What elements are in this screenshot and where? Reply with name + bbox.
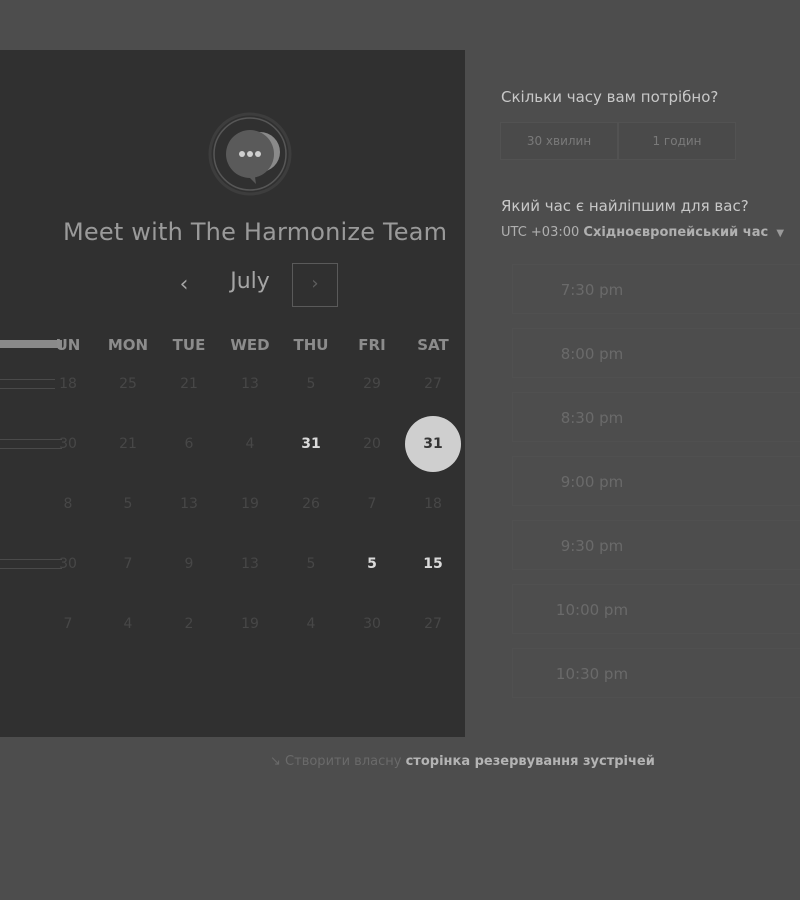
- arrow-icon: ↘: [270, 754, 281, 769]
- chat-logo-icon: [208, 112, 292, 196]
- time-slot-label: 7:30 pm: [560, 281, 624, 299]
- time-slot[interactable]: 8:00 pm: [512, 328, 800, 378]
- weekday-label: TUE: [172, 336, 206, 354]
- calendar-day[interactable]: 13: [222, 536, 278, 592]
- calendar-day[interactable]: 5: [283, 536, 339, 592]
- calendar-day[interactable]: 4: [222, 416, 278, 472]
- chevron-down-icon: ▼: [776, 228, 785, 239]
- time-slot-label: 9:30 pm: [560, 537, 624, 555]
- duration-options: 30 хвилин 1 годин: [500, 122, 736, 160]
- weekday-label: UN: [55, 336, 81, 354]
- time-slot[interactable]: 9:30 pm: [512, 520, 800, 570]
- calendar-day[interactable]: 5: [283, 356, 339, 412]
- footer-prefix: Створити власну: [285, 754, 402, 769]
- calendar-day[interactable]: 6: [161, 416, 217, 472]
- calendar-day[interactable]: 5: [100, 476, 156, 532]
- duration-1hour-button[interactable]: 1 годин: [618, 122, 736, 160]
- calendar-day[interactable]: 2: [161, 596, 217, 652]
- calendar-day[interactable]: 20: [344, 416, 400, 472]
- calendar-day[interactable]: 30: [40, 416, 96, 472]
- weekday-label: WED: [230, 336, 270, 354]
- next-month-button[interactable]: ›: [292, 263, 338, 307]
- month-label: July: [230, 269, 270, 294]
- calendar-day[interactable]: 21: [161, 356, 217, 412]
- calendar-day[interactable]: 26: [283, 476, 339, 532]
- month-navigation: ‹ July ›: [0, 262, 465, 308]
- calendar-day[interactable]: 25: [100, 356, 156, 412]
- calendar-day[interactable]: 9: [161, 536, 217, 592]
- calendar-day[interactable]: 21: [100, 416, 156, 472]
- calendar-day[interactable]: 31: [283, 416, 339, 472]
- calendar-day[interactable]: 13: [222, 356, 278, 412]
- time-slot-label: 9:00 pm: [560, 473, 624, 491]
- prev-month-button[interactable]: ‹: [168, 270, 200, 302]
- time-slot[interactable]: 8:30 pm: [512, 392, 800, 442]
- timezone-selector[interactable]: UTC +03:00 Східноєвропейський час ▼: [501, 225, 784, 240]
- time-slot[interactable]: 9:00 pm: [512, 456, 800, 506]
- calendar-day[interactable]: 18: [40, 356, 96, 412]
- duration-30min-button[interactable]: 30 хвилин: [500, 122, 618, 160]
- page-title: Meet with The Harmonize Team: [63, 218, 448, 246]
- time-slot-label: 10:00 pm: [555, 601, 629, 619]
- calendar-day[interactable]: 7: [100, 536, 156, 592]
- duration-question: Скільки часу вам потрібно?: [501, 88, 719, 106]
- time-slot[interactable]: 7:30 pm: [512, 264, 800, 314]
- calendar-day[interactable]: 7: [40, 596, 96, 652]
- calendar-day[interactable]: 29: [344, 356, 400, 412]
- time-question: Який час є найліпшим для вас?: [501, 197, 749, 215]
- calendar-day[interactable]: 5: [344, 536, 400, 592]
- calendar-day[interactable]: 4: [100, 596, 156, 652]
- create-booking-page-link[interactable]: ↘ Створити власну сторінка резервування …: [270, 754, 655, 769]
- calendar-day[interactable]: 7: [344, 476, 400, 532]
- time-slot-label: 8:30 pm: [560, 409, 624, 427]
- weekday-label: MON: [107, 336, 149, 354]
- calendar-day[interactable]: 13: [161, 476, 217, 532]
- footer-link-text: сторінка резервування зустрічей: [405, 754, 655, 769]
- calendar-day[interactable]: 4: [283, 596, 339, 652]
- time-slot-label: 10:30 pm: [555, 665, 629, 683]
- calendar-panel: Meet with The Harmonize Team ‹ July › UN…: [0, 50, 465, 737]
- weekday-label: THU: [293, 336, 329, 354]
- timezone-name: Східноєвропейський час: [583, 225, 769, 240]
- calendar-day[interactable]: 19: [222, 476, 278, 532]
- calendar-day[interactable]: 8: [40, 476, 96, 532]
- calendar-day[interactable]: 30: [40, 536, 96, 592]
- time-slot[interactable]: 10:00 pm: [512, 584, 800, 634]
- weekday-label: FRI: [358, 336, 386, 354]
- time-slot-label: 8:00 pm: [560, 345, 624, 363]
- calendar-day[interactable]: 19: [222, 596, 278, 652]
- calendar-day[interactable]: 30: [344, 596, 400, 652]
- time-slot[interactable]: 10:30 pm: [512, 648, 800, 698]
- timezone-offset: UTC +03:00: [501, 225, 580, 240]
